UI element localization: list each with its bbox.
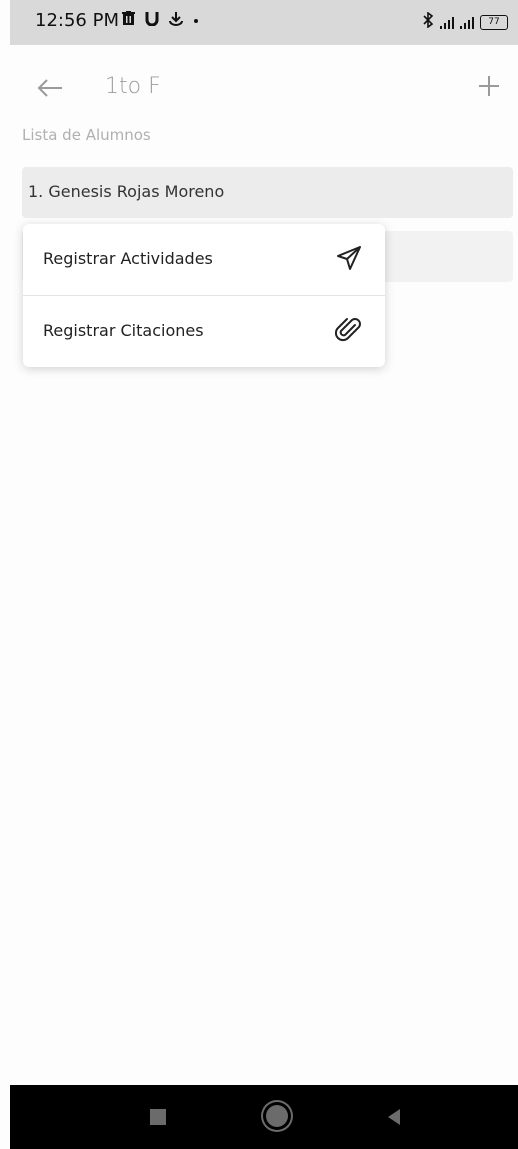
add-button[interactable] [472,69,506,103]
status-system-icons: 77 [422,11,508,32]
menu-item-registrar-citaciones[interactable]: Registrar Citaciones [23,296,385,367]
student-row[interactable]: 1. Genesis Rojas Moreno [22,167,513,218]
screen: 12:56 PM 77 1to F Lista de Alumnos 1. Ge… [0,0,518,1149]
paper-plane-icon [335,244,363,272]
arrow-left-icon [37,79,62,97]
dot-icon [193,11,199,30]
plus-icon [479,76,499,96]
popup-menu: Registrar Actividades Registrar Citacion… [23,224,385,367]
battery-icon: 77 [480,14,508,30]
menu-item-registrar-actividades[interactable]: Registrar Actividades [23,224,385,296]
signal-hplus-icon [460,15,474,29]
student-name: 1. Genesis Rojas Moreno [28,182,225,201]
system-back-button[interactable] [388,1109,400,1125]
section-label: Lista de Alumnos [22,126,151,144]
app-bar: 1to F [0,45,518,130]
u-icon [145,11,159,30]
system-nav-bar [10,1085,518,1149]
signal-icon [440,15,454,29]
bluetooth-icon [422,11,434,32]
back-button[interactable] [33,71,67,105]
menu-item-label: Registrar Citaciones [43,321,204,340]
download-icon [169,11,183,30]
trash-icon [122,11,135,30]
paperclip-icon [334,316,363,344]
page-title: 1to F [105,74,161,99]
home-button[interactable] [266,1105,288,1127]
recents-button[interactable] [150,1109,166,1125]
status-notification-icons [122,11,199,30]
menu-item-label: Registrar Actividades [43,249,213,268]
status-bar: 12:56 PM 77 [10,0,518,45]
status-time: 12:56 PM [35,10,119,31]
